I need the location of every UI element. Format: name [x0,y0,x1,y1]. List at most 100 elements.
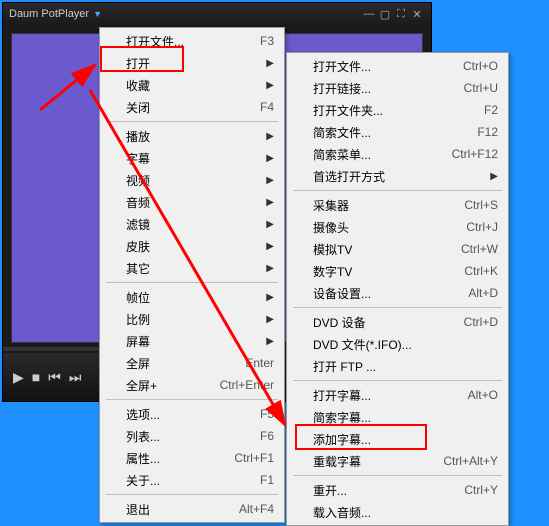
menu-separator [293,380,502,381]
submenu-arrow-icon: ▶ [266,292,274,303]
menu-item-label: 添加字幕... [313,431,498,448]
menu-item[interactable]: 打开文件...F3 [102,30,282,52]
menu-item[interactable]: 添加字幕... [289,428,506,450]
menu-item[interactable]: 打开 FTP ... [289,355,506,377]
prev-icon[interactable]: ⏮ [48,369,61,386]
menu-item-label: 简索菜单... [313,146,422,163]
menu-item[interactable]: 播放 ▶ [102,125,282,147]
menu-item-shortcut: Ctrl+F12 [452,147,498,161]
menu-item[interactable]: 采集器 Ctrl+S [289,194,506,216]
menu-item[interactable]: DVD 文件(*.IFO)... [289,333,506,355]
play-icon[interactable]: ▶ [13,369,24,386]
submenu-arrow-icon: ▶ [266,58,274,69]
titlebar: Daum PotPlayer ▼ — ▢ ⛶ ✕ [3,3,431,25]
maximize-icon[interactable]: ▢ [377,8,393,21]
menu-item-label: 播放 [126,128,236,145]
menu-item[interactable]: 打开字幕...Alt+O [289,384,506,406]
menu-item-label: 比例 [126,311,236,328]
menu-item[interactable]: 其它▶ [102,257,282,279]
menu-item-label: 列表... [126,428,230,445]
menu-item[interactable]: 打开▶ [102,52,282,74]
close-icon[interactable]: ✕ [409,8,425,21]
menu-item[interactable]: 简索菜单... Ctrl+F12 [289,143,506,165]
menu-item[interactable]: 模拟TVCtrl+W [289,238,506,260]
menu-item-shortcut: F2 [484,103,498,117]
menu-item-label: 收藏 [126,77,236,94]
menu-item-shortcut: Ctrl+D [464,315,498,329]
menu-item[interactable]: 首选打开方式▶ [289,165,506,187]
menu-item[interactable]: 视频▶ [102,169,282,191]
menu-item-label: DVD 文件(*.IFO)... [313,336,498,353]
menu-item[interactable]: 收藏 ▶ [102,74,282,96]
menu-item[interactable]: 关于...F1 [102,469,282,491]
menu-item-shortcut: Alt+O [468,388,498,402]
menu-separator [293,190,502,191]
context-menu-open: 打开文件...Ctrl+O 打开链接... Ctrl+U 打开文件夹... F2 简索文件… [286,52,509,526]
menu-item[interactable]: 列表...F6 [102,425,282,447]
menu-item[interactable]: 简索文件...F12 [289,121,506,143]
menu-item-label: 打开 FTP ... [313,358,498,375]
menu-item[interactable]: 音频▶ [102,191,282,213]
menu-item-label: 简索字幕... [313,409,498,426]
menu-item-label: DVD 设备 [313,314,434,331]
menu-item-shortcut: Ctrl+J [466,220,498,234]
menu-item[interactable]: 重开...Ctrl+Y [289,479,506,501]
menu-item[interactable]: 打开文件...Ctrl+O [289,55,506,77]
menu-item[interactable]: 滤镜▶ [102,213,282,235]
menu-item[interactable]: 比例 ▶ [102,308,282,330]
menu-item-label: 其它 [126,260,236,277]
menu-item[interactable]: 简索字幕... [289,406,506,428]
menu-item-label: 屏幕 [126,333,236,350]
menu-item-shortcut: Ctrl+Enter [220,378,274,392]
menu-item-label: 打开文件夹... [313,102,454,119]
menu-item[interactable]: 关闭F4 [102,96,282,118]
menu-item-label: 打开文件... [126,33,230,50]
menu-item-label: 采集器 [313,197,434,214]
menu-separator [106,282,278,283]
menu-item-label: 摄像头 [313,219,436,236]
menu-separator [106,494,278,495]
menu-item[interactable]: 重载字幕Ctrl+Alt+Y [289,450,506,472]
menu-item-shortcut: Ctrl+W [461,242,498,256]
menu-item-label: 全屏+ [126,377,190,394]
menu-item[interactable]: 帧位▶ [102,286,282,308]
menu-item[interactable]: 设备设置...Alt+D [289,282,506,304]
menu-item[interactable]: 字幕▶ [102,147,282,169]
submenu-arrow-icon: ▶ [266,219,274,230]
menu-item[interactable]: 全屏+ Ctrl+Enter [102,374,282,396]
submenu-arrow-icon: ▶ [266,131,274,142]
menu-item[interactable]: 退出Alt+F4 [102,498,282,520]
app-title: Daum PotPlayer [9,8,89,20]
submenu-arrow-icon: ▶ [266,336,274,347]
next-icon[interactable]: ⏭ [69,369,82,386]
menu-item-shortcut: Ctrl+U [464,81,498,95]
menu-item-label: 关于... [126,472,230,489]
menu-item-shortcut: Ctrl+S [464,198,498,212]
fullscreen-icon[interactable]: ⛶ [393,8,409,21]
menu-item[interactable]: 摄像头 Ctrl+J [289,216,506,238]
menu-item[interactable]: 全屏Enter [102,352,282,374]
menu-item[interactable]: 载入音频... [289,501,506,523]
dropdown-icon[interactable]: ▼ [93,9,102,19]
menu-item-label: 载入音频... [313,504,498,521]
menu-item[interactable]: 屏幕 ▶ [102,330,282,352]
submenu-arrow-icon: ▶ [266,153,274,164]
menu-item-shortcut: F12 [477,125,498,139]
menu-item[interactable]: 打开链接... Ctrl+U [289,77,506,99]
stop-icon[interactable]: ■ [32,369,40,385]
menu-item[interactable]: 属性...Ctrl+F1 [102,447,282,469]
menu-item-label: 属性... [126,450,204,467]
menu-item-shortcut: Alt+D [468,286,498,300]
menu-item[interactable]: 数字TVCtrl+K [289,260,506,282]
menu-item-label: 打开链接... [313,80,434,97]
menu-item[interactable]: DVD 设备 Ctrl+D [289,311,506,333]
menu-item[interactable]: 打开文件夹... F2 [289,99,506,121]
submenu-arrow-icon: ▶ [266,241,274,252]
context-menu-main: 打开文件...F3打开▶收藏▶关闭F4播放▶字幕▶视频▶音频▶滤镜▶皮肤▶其它▶… [99,27,285,523]
menu-item[interactable]: 选项...F5 [102,403,282,425]
submenu-arrow-icon: ▶ [266,314,274,325]
menu-item[interactable]: 皮肤▶ [102,235,282,257]
minimize-icon[interactable]: — [361,8,377,20]
menu-separator [106,121,278,122]
submenu-arrow-icon: ▶ [266,80,274,91]
